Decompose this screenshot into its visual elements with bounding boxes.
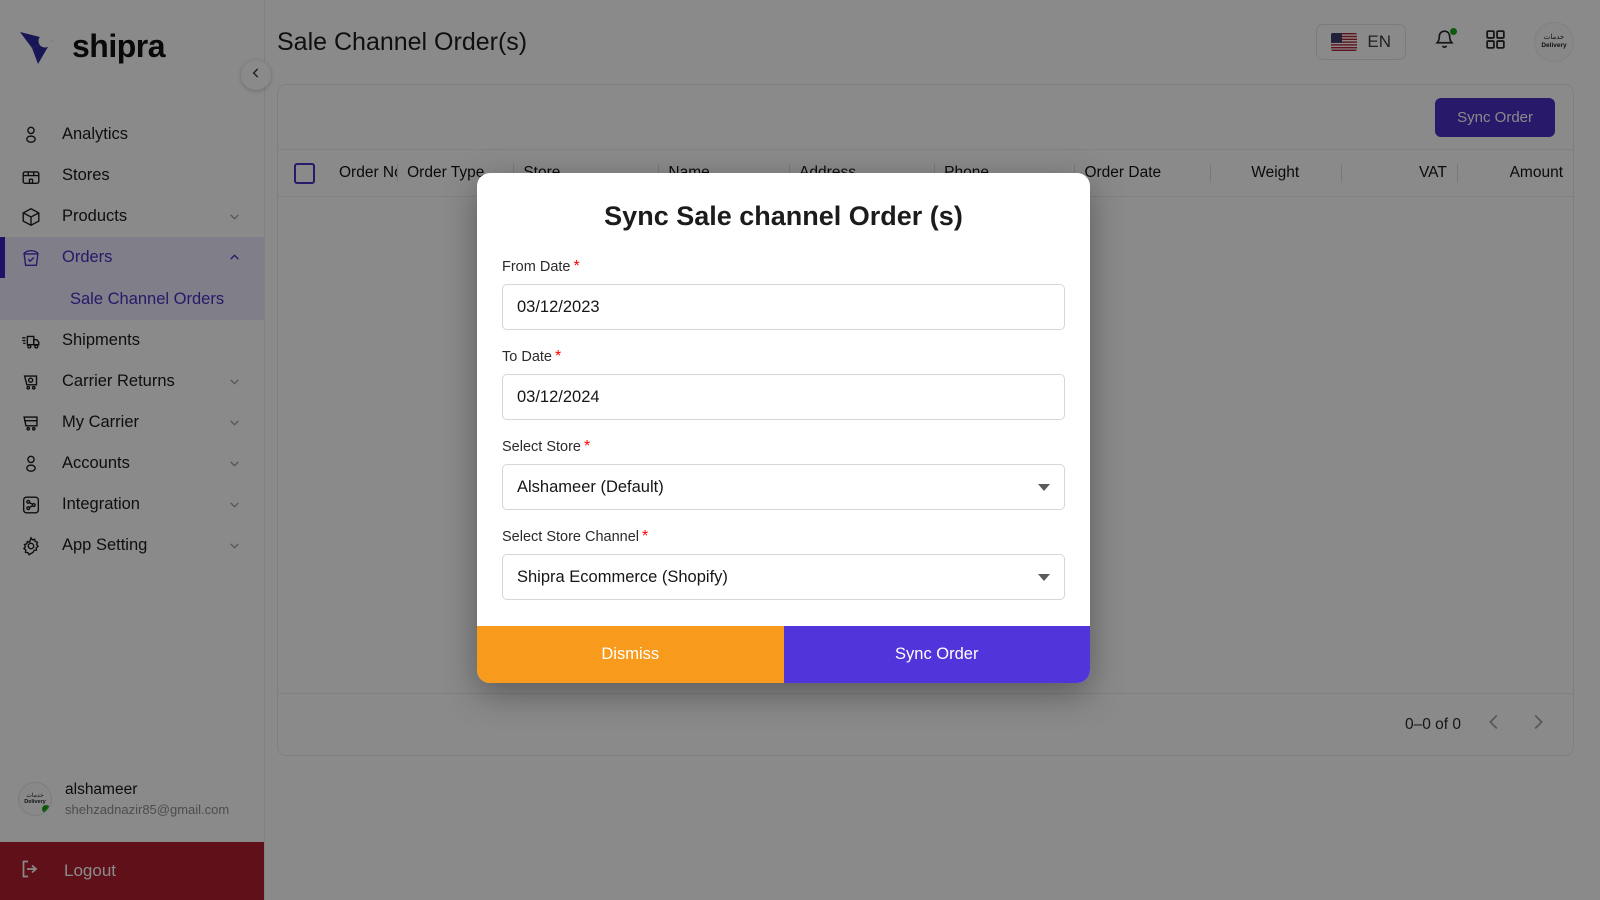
modal-body: From Date * 03/12/2023 To Date * 03/12/202…: [477, 238, 1090, 626]
field-label: To Date *: [502, 348, 1065, 366]
field-label-text: Select Store: [502, 439, 581, 455]
field-label-text: Select Store Channel: [502, 529, 640, 545]
from-date-value: 03/12/2023: [517, 297, 600, 316]
app-root: shipra Analytics Stores Products Orders …: [0, 0, 1600, 900]
select-store-channel-value: Shipra Ecommerce (Shopify): [517, 567, 728, 586]
field-label-text: To Date: [502, 349, 552, 365]
select-store-value: Alshameer (Default): [517, 477, 664, 496]
required-asterisk: *: [573, 258, 580, 275]
required-asterisk: *: [554, 348, 562, 365]
field-select-store: Select Store * Alshameer (Default): [502, 438, 1065, 510]
field-label-text: From Date: [502, 259, 571, 275]
required-asterisk: *: [584, 438, 591, 455]
to-date-input[interactable]: 03/12/2024: [502, 374, 1065, 420]
chevron-down-icon: [1038, 483, 1050, 491]
field-label: Select Store *: [502, 438, 1065, 456]
sync-orders-modal: Sync Sale channel Order (s) From Date * 0…: [477, 173, 1090, 683]
field-label: Select Store Channel *: [502, 528, 1065, 546]
from-date-input[interactable]: 03/12/2023: [502, 284, 1065, 330]
modal-footer: Dismiss Sync Order: [477, 626, 1090, 683]
modal-sync-order-button[interactable]: Sync Order: [783, 626, 1090, 683]
select-store-dropdown[interactable]: Alshameer (Default): [502, 464, 1065, 510]
to-date-value: 03/12/2024: [517, 387, 600, 406]
select-store-channel-dropdown[interactable]: Shipra Ecommerce (Shopify): [502, 554, 1065, 600]
chevron-down-icon: [1038, 573, 1050, 581]
field-from-date: From Date * 03/12/2023: [502, 258, 1065, 330]
field-to-date: To Date * 03/12/2024: [502, 348, 1065, 420]
field-label: From Date *: [502, 258, 1065, 276]
field-select-store-channel: Select Store Channel * Shipra Ecommerce (…: [502, 528, 1065, 600]
required-asterisk: *: [642, 528, 649, 545]
dismiss-button[interactable]: Dismiss: [477, 626, 784, 683]
modal-title: Sync Sale channel Order (s): [604, 201, 963, 231]
